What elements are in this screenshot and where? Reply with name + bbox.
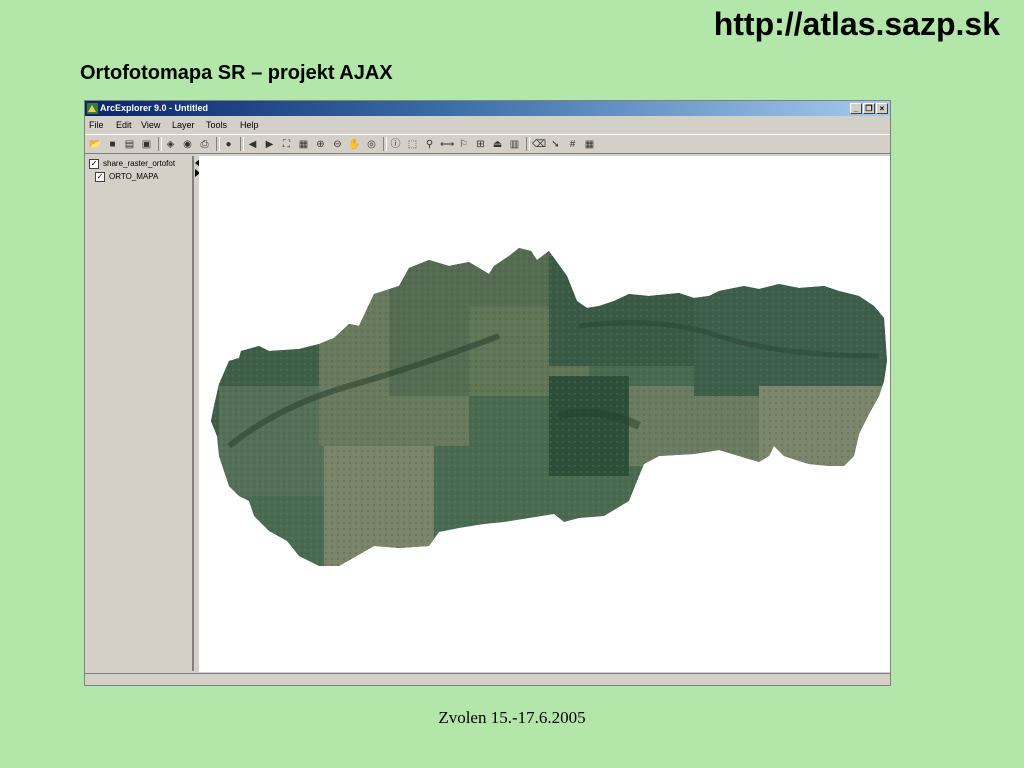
menu-tools[interactable]: Tools xyxy=(206,117,227,133)
add-layer-icon[interactable]: ◈ xyxy=(164,138,177,151)
zoom-in-icon[interactable]: ⊕ xyxy=(314,138,327,151)
eraser-icon[interactable]: ⌫ xyxy=(532,138,546,151)
table-of-contents: ✓ share_raster_ortofot ✓ ORTO_MAPA xyxy=(86,156,200,671)
select-icon[interactable]: ⬚ xyxy=(406,138,419,151)
zoom-layer-icon[interactable]: ▦ xyxy=(297,138,310,151)
save-all-icon[interactable]: ▤ xyxy=(123,138,136,151)
properties-icon[interactable]: ▥ xyxy=(508,138,521,151)
buffer-icon[interactable]: ⚐ xyxy=(457,138,470,151)
add-data-icon[interactable]: ◉ xyxy=(181,138,194,151)
menu-bar: File Edit View Layer Tools Help xyxy=(85,117,890,133)
slide-title: Ortofotomapa SR – projekt AJAX xyxy=(80,62,393,84)
layer-checkbox[interactable]: ✓ xyxy=(89,158,99,169)
attributes-icon[interactable]: ⏏ xyxy=(491,138,504,151)
title-bar[interactable]: ArcExplorer 9.0 - Untitled _ ❐ × xyxy=(85,101,890,116)
toolbar-separator xyxy=(158,137,162,151)
layer-label: ORTO_MAPA xyxy=(109,172,159,181)
full-extent-icon[interactable]: ◎ xyxy=(365,138,378,151)
slovakia-orthophoto-map[interactable] xyxy=(199,156,891,672)
restore-button[interactable]: ❐ xyxy=(863,103,875,114)
save-icon[interactable]: ■ xyxy=(106,138,119,151)
print-icon[interactable]: ⎙ xyxy=(198,138,211,151)
layer-row[interactable]: ✓ ORTO_MAPA xyxy=(95,171,158,182)
layer-row[interactable]: ✓ share_raster_ortofot xyxy=(89,158,175,169)
map-view[interactable] xyxy=(199,156,891,672)
layer-checkbox[interactable]: ✓ xyxy=(95,171,105,182)
table-icon[interactable]: ▦ xyxy=(583,138,596,151)
open-icon[interactable]: 📂 xyxy=(89,138,102,151)
zoom-out-icon[interactable]: ⊖ xyxy=(331,138,344,151)
minimize-button[interactable]: _ xyxy=(850,103,862,114)
pan-icon[interactable]: ✋ xyxy=(348,138,361,151)
query-icon[interactable]: ⊞ xyxy=(474,138,487,151)
footer-text: Zvolen 15.-17.6.2005 xyxy=(438,708,586,727)
menu-help[interactable]: Help xyxy=(240,117,259,133)
menu-view[interactable]: View xyxy=(141,117,160,133)
atlas-url[interactable]: http://atlas.sazp.sk xyxy=(714,6,1000,43)
window-title: ArcExplorer 9.0 - Untitled xyxy=(100,103,209,113)
toolbar-separator xyxy=(383,137,387,151)
close-button[interactable]: × xyxy=(876,103,888,114)
forward-icon[interactable]: ▶ xyxy=(263,138,276,151)
back-icon[interactable]: ◀ xyxy=(246,138,259,151)
measure-icon[interactable]: ⟷ xyxy=(440,138,454,151)
status-bar xyxy=(85,673,890,685)
arcexplorer-window: ArcExplorer 9.0 - Untitled _ ❐ × File Ed… xyxy=(84,100,891,686)
menu-file[interactable]: File xyxy=(89,117,104,133)
layer-label: share_raster_ortofot xyxy=(103,159,176,168)
toolbar-separator xyxy=(526,137,530,151)
globe-icon[interactable]: ● xyxy=(222,138,235,151)
menu-edit[interactable]: Edit xyxy=(116,117,132,133)
toolbar: 📂 ■ ▤ ▣ ◈ ◉ ⎙ ● ◀ ▶ ⛶ ▦ ⊕ ⊖ ✋ ◎ ⓘ ⬚ ⚲ ⟷ … xyxy=(85,134,890,154)
pointer-icon[interactable]: ➘ xyxy=(549,138,562,151)
identify-icon[interactable]: ⓘ xyxy=(389,138,402,151)
export-icon[interactable]: ▣ xyxy=(140,138,153,151)
arcexplorer-icon xyxy=(87,103,98,114)
find-icon[interactable]: ⚲ xyxy=(423,138,436,151)
grid-icon[interactable]: # xyxy=(566,138,579,151)
menu-layer[interactable]: Layer xyxy=(172,117,195,133)
toolbar-separator xyxy=(216,137,220,151)
zoom-extent-icon[interactable]: ⛶ xyxy=(280,138,293,151)
toolbar-separator xyxy=(240,137,244,151)
